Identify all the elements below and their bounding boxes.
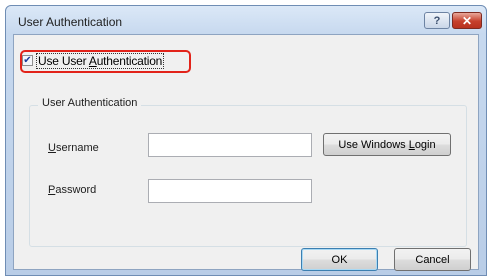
dialog-window: User Authentication ? ✕ ✔ Use User Authe…	[5, 5, 487, 276]
user-authentication-group	[29, 105, 467, 247]
ok-label: OK	[331, 253, 348, 266]
help-button[interactable]: ?	[424, 12, 450, 29]
use-user-authentication-label[interactable]: Use User Authentication	[36, 52, 165, 69]
question-mark-icon: ?	[433, 14, 441, 27]
username-input[interactable]	[148, 133, 312, 157]
checkbox-box[interactable]: ✔	[22, 55, 33, 66]
cancel-button[interactable]: Cancel	[394, 248, 471, 271]
close-icon: ✕	[461, 13, 473, 28]
password-input[interactable]	[148, 179, 312, 203]
group-title: User Authentication	[38, 97, 142, 109]
close-button[interactable]: ✕	[452, 12, 482, 29]
username-label: Username	[48, 142, 99, 154]
password-label: Password	[48, 184, 97, 196]
title-bar[interactable]: User Authentication ? ✕	[6, 6, 486, 34]
use-user-authentication-checkbox[interactable]: ✔ Use User Authentication	[22, 52, 165, 69]
use-windows-login-label: Use Windows Login	[338, 138, 436, 151]
cancel-label: Cancel	[415, 253, 450, 266]
use-windows-login-button[interactable]: Use Windows Login	[323, 133, 451, 156]
ok-button[interactable]: OK	[301, 248, 378, 271]
dialog-body: ✔ Use User Authentication User Authentic…	[13, 34, 479, 271]
checkmark-icon: ✔	[23, 54, 32, 66]
window-title: User Authentication	[18, 15, 123, 29]
